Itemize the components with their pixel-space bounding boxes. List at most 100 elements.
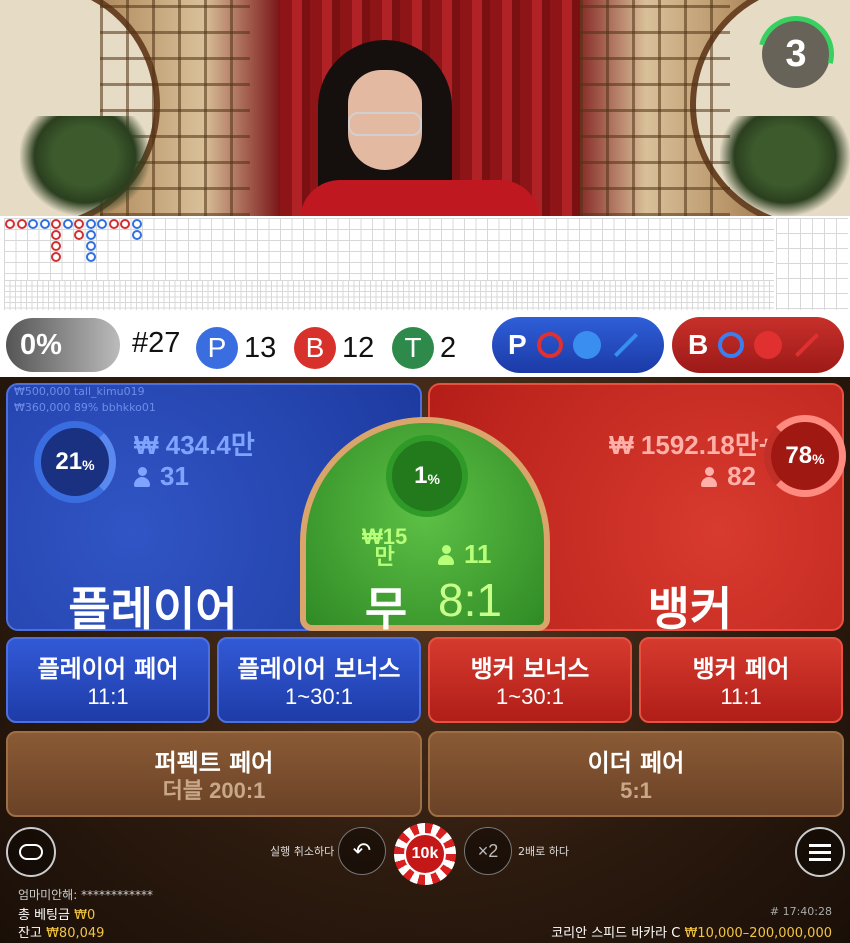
predict-big-eye-icon [536, 332, 563, 358]
undo-icon: ↶ [352, 838, 372, 864]
roadmap-panel[interactable]: ︽ [0, 216, 850, 492]
banker-bettor-value: 82 [727, 461, 756, 491]
extra-bet-label: 퍼펙트 페어 [154, 749, 274, 777]
total-bet-label: 총 베팅금 [18, 908, 70, 923]
predict-cockroach-icon [613, 332, 638, 358]
person-icon [438, 544, 454, 565]
tie-count-value: 2 [440, 331, 457, 364]
chat-button[interactable] [6, 827, 56, 877]
banker-percent-gauge: 78% [764, 415, 846, 497]
banker-pair-bet[interactable]: 뱅커 페어 11:1 [639, 637, 843, 723]
side-bet-label: 플레이어 페어 [37, 655, 179, 683]
road-bead [51, 252, 61, 262]
player-pair-bet[interactable]: 플레이어 페어 11:1 [6, 637, 210, 723]
banker-bettor-count: 82 [701, 461, 756, 492]
extra-bet-odds: 더블 200:1 [162, 778, 266, 803]
username: 엄마미안해: ************ [18, 888, 154, 902]
banker-predict-button[interactable]: B [672, 317, 844, 373]
road-bead [51, 219, 61, 229]
tie-odds: 8:1 [438, 574, 502, 626]
tie-count: T 2 [392, 327, 456, 369]
balance-label: 잔고 [18, 926, 42, 941]
player-win-count: P 13 [196, 327, 276, 369]
chip-value: 10k [404, 833, 446, 875]
predict-cockroach-icon [795, 332, 820, 358]
player-bonus-bet[interactable]: 플레이어 보너스 1~30:1 [217, 637, 421, 723]
road-bead [16, 219, 27, 229]
road-bead [85, 241, 96, 251]
double-label: 2배로 하다 [518, 845, 569, 858]
road-bead [51, 241, 61, 251]
side-bet-odds: 1~30:1 [285, 684, 353, 709]
total-bet: 총 베팅금 ₩0 [18, 904, 95, 923]
road-bead [85, 252, 96, 262]
predict-player-letter: P [508, 329, 527, 360]
small-road [260, 280, 516, 310]
win-percent-toggle[interactable]: 0% [6, 318, 120, 372]
clock: # 17:40:28 [769, 905, 832, 918]
road-bead [85, 219, 96, 229]
table-limits: ₩10,000–200,000,000 [684, 926, 832, 941]
road-bead [62, 219, 73, 229]
player-total-amount: ₩ 434.4만 [134, 430, 255, 460]
table-name: 코리안 스피드 바카라 C [551, 926, 681, 941]
double-button[interactable]: ×2 [464, 827, 512, 875]
road-bead [74, 219, 84, 229]
person-icon [134, 466, 150, 487]
road-bead [97, 219, 107, 229]
player-count-value: 13 [244, 331, 277, 364]
person-icon [701, 466, 718, 487]
road-bead [131, 219, 142, 229]
road-bead [28, 219, 38, 229]
tie-percent-gauge: 1% [386, 435, 468, 517]
road-bead [51, 230, 61, 240]
banker-percent-value: 78 [785, 442, 813, 469]
player-bettor-value: 31 [160, 461, 189, 491]
menu-icon [809, 843, 831, 861]
lattice-right [580, 0, 730, 216]
undo-button[interactable]: ↶ [338, 827, 386, 875]
banker-label: 뱅커 [647, 582, 733, 636]
chip-selector[interactable]: 10k [394, 823, 456, 885]
player-label: 플레이어 [68, 582, 238, 636]
result-history [776, 218, 848, 310]
banker-bonus-bet[interactable]: 뱅커 보너스 1~30:1 [428, 637, 632, 723]
road-bead [74, 230, 84, 240]
table-info: 코리안 스피드 바카라 C ₩10,000–200,000,000 [551, 922, 832, 941]
betting-table: ₩500,000 tall_kimu019 ₩360,000 89% bbhkk… [0, 377, 850, 943]
stats-bar: 0% #27 P 13 B 12 T 2 P B [0, 313, 850, 377]
road-bead [39, 219, 50, 229]
side-bet-label: 플레이어 보너스 [237, 655, 401, 683]
recent-bet-ticker: ₩360,000 89% bbhkko01 [14, 401, 156, 414]
player-percent-gauge: 21% [34, 421, 116, 503]
cockroach-road [516, 280, 774, 310]
banker-badge: B [294, 327, 336, 369]
balance: 잔고 ₩80,049 [18, 922, 104, 941]
bead-road [4, 218, 774, 280]
predict-banker-letter: B [688, 329, 709, 360]
chat-icon [19, 844, 43, 860]
banker-win-count: B 12 [294, 327, 374, 369]
dealer-glasses [348, 112, 422, 136]
banker-count-value: 12 [342, 331, 375, 364]
extra-bet-label: 이더 페어 [587, 749, 685, 777]
banker-total-amount: ₩ 1592.18만+ [609, 430, 774, 460]
side-bet-odds: 1~30:1 [496, 684, 564, 709]
recent-bet-ticker: ₩500,000 tall_kimu019 [14, 385, 145, 398]
tie-total-amount: ₩15 만 [362, 526, 407, 569]
tie-label: 무 [364, 582, 408, 636]
tie-amount-line2: 만 [374, 544, 395, 569]
side-bet-label: 뱅커 보너스 [470, 655, 590, 683]
side-bet-label: 뱅커 페어 [692, 655, 790, 683]
side-bet-odds: 11:1 [720, 684, 762, 709]
big-eye-road [4, 280, 260, 310]
menu-button[interactable] [795, 827, 845, 877]
tie-bettor-count: 11 [438, 539, 492, 570]
road-bead [85, 230, 96, 240]
player-percent-value: 21 [55, 448, 83, 475]
tie-percent-value: 1 [414, 462, 428, 489]
player-badge: P [196, 327, 238, 369]
either-pair-bet[interactable]: 이더 페어 5:1 [428, 731, 844, 817]
player-predict-button[interactable]: P [492, 317, 664, 373]
perfect-pair-bet[interactable]: 퍼펙트 페어 더블 200:1 [6, 731, 422, 817]
